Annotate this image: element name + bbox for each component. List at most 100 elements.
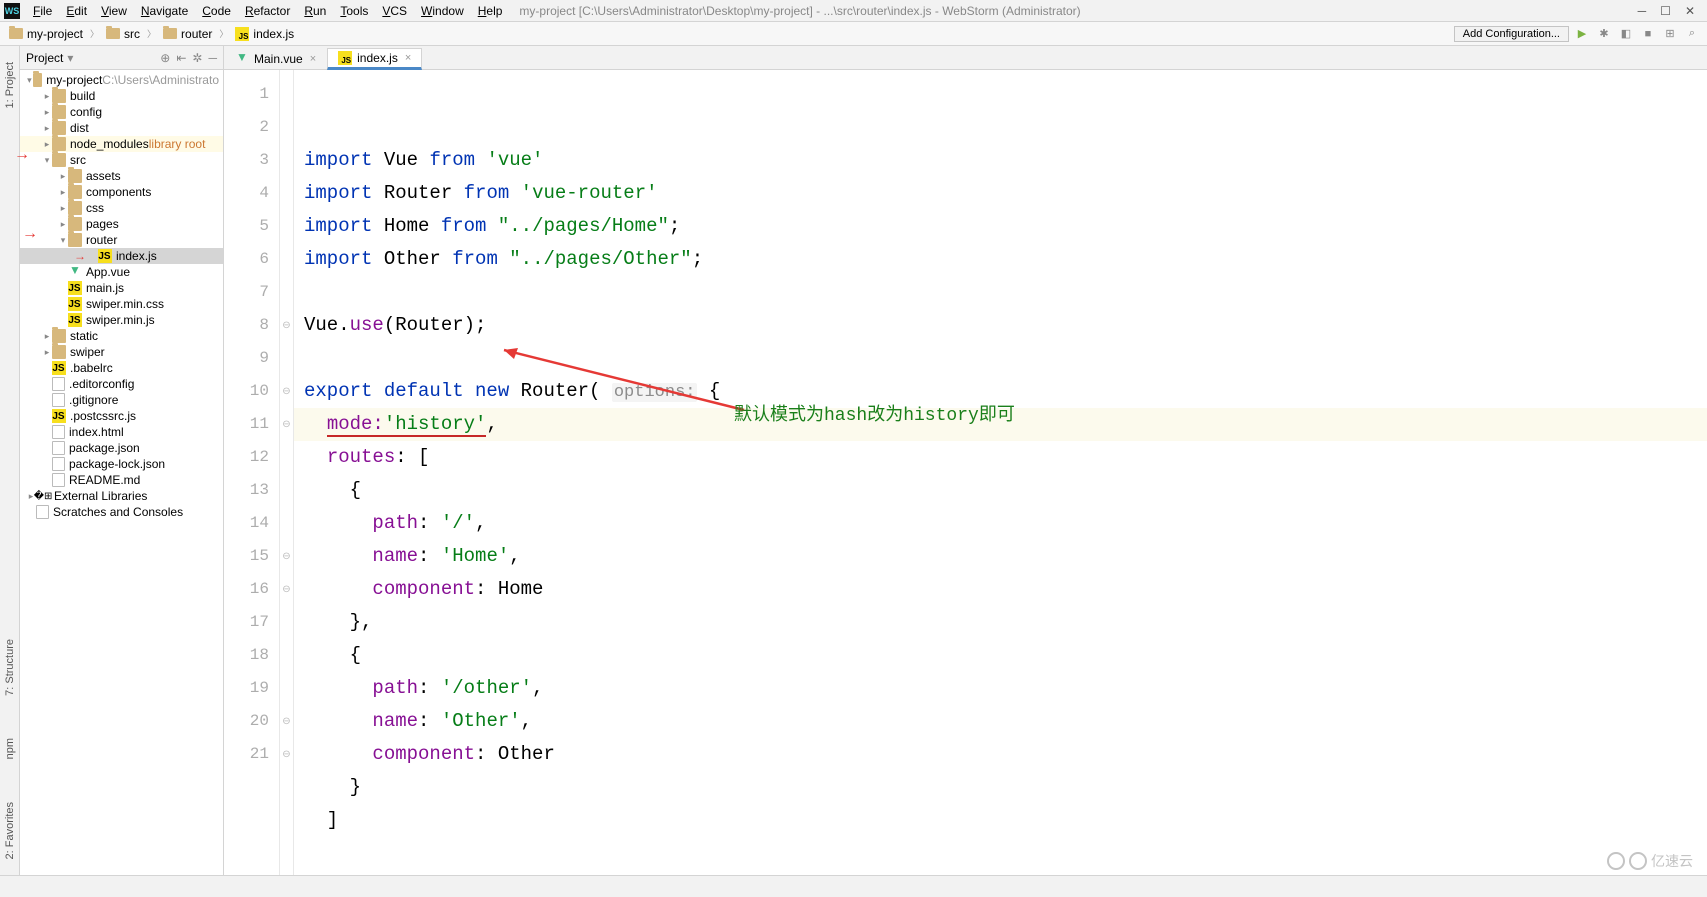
js-icon: JS	[338, 51, 352, 65]
npm-tool-tab[interactable]: npm	[4, 732, 16, 765]
tree-item-css[interactable]: ▸css	[20, 200, 223, 216]
folder-icon	[52, 345, 66, 359]
hide-icon[interactable]: ─	[208, 51, 217, 65]
minimize-icon[interactable]: ─	[1638, 4, 1647, 18]
breadcrumb-item[interactable]: JSindex.js	[232, 26, 297, 42]
structure-tool-tab[interactable]: 7: Structure	[4, 633, 16, 702]
code-line-21[interactable]: ]	[304, 804, 1707, 837]
gear-icon[interactable]: ✲	[192, 51, 202, 65]
menu-refactor[interactable]: Refactor	[238, 2, 297, 20]
close-tab-icon[interactable]: ×	[310, 53, 316, 65]
code-line-16[interactable]: {	[304, 639, 1707, 672]
favorites-tool-tab[interactable]: 2: Favorites	[4, 796, 16, 865]
tree-item-swiper-min-css[interactable]: JSswiper.min.css	[20, 296, 223, 312]
folder-icon	[52, 105, 66, 119]
code-line-14[interactable]: component: Home	[304, 573, 1707, 606]
code-line-3[interactable]: import Home from "../pages/Home";	[304, 210, 1707, 243]
folder-icon	[52, 89, 66, 103]
folder-icon	[52, 121, 66, 135]
project-tool-tab[interactable]: 1: Project	[4, 56, 16, 114]
layout-icon[interactable]: ⊞	[1661, 25, 1679, 43]
tree-item--postcssrc-js[interactable]: JS.postcssrc.js	[20, 408, 223, 424]
code-line-4[interactable]: import Other from "../pages/Other";	[304, 243, 1707, 276]
code-line-18[interactable]: name: 'Other',	[304, 705, 1707, 738]
menu-view[interactable]: View	[94, 2, 134, 20]
breadcrumb-item[interactable]: router	[160, 26, 215, 42]
editor-tab-Main-vue[interactable]: Main.vue×	[224, 47, 327, 69]
menu-navigate[interactable]: Navigate	[134, 2, 195, 20]
tree-item-package-lock-json[interactable]: package-lock.json	[20, 456, 223, 472]
tree-item-src[interactable]: ▾src	[20, 152, 223, 168]
scroll-from-source-icon[interactable]: ⊕	[160, 51, 170, 65]
tree-item-index-html[interactable]: index.html	[20, 424, 223, 440]
folder-icon	[163, 28, 177, 39]
tree-item-package-json[interactable]: package.json	[20, 440, 223, 456]
vue-icon	[68, 265, 82, 279]
code-line-20[interactable]: }	[304, 771, 1707, 804]
tree-item-scratches-and-consoles[interactable]: Scratches and Consoles	[20, 504, 223, 520]
tree-item-router[interactable]: ▾router	[20, 232, 223, 248]
window-title: my-project [C:\Users\Administrator\Deskt…	[519, 4, 1637, 18]
folder-icon	[68, 201, 82, 215]
code-line-1[interactable]: import Vue from 'vue'	[304, 144, 1707, 177]
code-editor[interactable]: import Vue from 'vue'import Router from …	[294, 70, 1707, 875]
tree-item-pages[interactable]: ▸pages	[20, 216, 223, 232]
tree-item-static[interactable]: ▸static	[20, 328, 223, 344]
close-tab-icon[interactable]: ×	[405, 52, 411, 64]
project-panel: Project ▾ ⊕ ⇤ ✲ ─ ▾my-project C:\Users\A…	[20, 46, 224, 875]
code-line-10[interactable]: routes: [	[304, 441, 1707, 474]
search-icon[interactable]: ⌕	[1683, 25, 1701, 43]
menu-window[interactable]: Window	[414, 2, 471, 20]
menu-code[interactable]: Code	[195, 2, 238, 20]
menu-help[interactable]: Help	[471, 2, 510, 20]
code-line-6[interactable]: Vue.use(Router);	[304, 309, 1707, 342]
collapse-all-icon[interactable]: ⇤	[176, 51, 186, 65]
maximize-icon[interactable]: ☐	[1660, 4, 1671, 18]
menu-run[interactable]: Run	[297, 2, 333, 20]
run-icon[interactable]: ▶	[1573, 25, 1591, 43]
coverage-icon[interactable]: ◧	[1617, 25, 1635, 43]
code-line-12[interactable]: path: '/',	[304, 507, 1707, 540]
watermark-logo: 亿速云	[1607, 851, 1693, 871]
add-configuration-button[interactable]: Add Configuration...	[1454, 26, 1569, 42]
tree-item-node-modules[interactable]: ▸node_modules library root	[20, 136, 223, 152]
tree-item-dist[interactable]: ▸dist	[20, 120, 223, 136]
editor-tab-index-js[interactable]: JSindex.js×	[327, 48, 422, 70]
tree-item-config[interactable]: ▸config	[20, 104, 223, 120]
menu-file[interactable]: File	[26, 2, 59, 20]
tree-item--gitignore[interactable]: .gitignore	[20, 392, 223, 408]
breadcrumb-item[interactable]: src	[103, 26, 143, 42]
tree-item-external-libraries[interactable]: ▸�⊞External Libraries	[20, 488, 223, 504]
breadcrumb-item[interactable]: my-project	[6, 26, 86, 42]
stop-icon[interactable]: ■	[1639, 25, 1657, 43]
debug-icon[interactable]: ✱	[1595, 25, 1613, 43]
code-line-11[interactable]: {	[304, 474, 1707, 507]
code-line-13[interactable]: name: 'Home',	[304, 540, 1707, 573]
tree-item-my-project[interactable]: ▾my-project C:\Users\Administrato	[20, 72, 223, 88]
panel-title[interactable]: Project ▾	[26, 51, 73, 65]
menu-tools[interactable]: Tools	[333, 2, 375, 20]
code-line-17[interactable]: path: '/other',	[304, 672, 1707, 705]
code-line-2[interactable]: import Router from 'vue-router'	[304, 177, 1707, 210]
menu-vcs[interactable]: VCS	[375, 2, 414, 20]
tree-item--editorconfig[interactable]: .editorconfig	[20, 376, 223, 392]
tree-item--babelrc[interactable]: JS.babelrc	[20, 360, 223, 376]
tree-item-main-js[interactable]: JSmain.js	[20, 280, 223, 296]
folder-icon	[33, 73, 43, 87]
project-tree[interactable]: ▾my-project C:\Users\Administrato▸build▸…	[20, 70, 223, 875]
tree-item-app-vue[interactable]: App.vue	[20, 264, 223, 280]
tree-item-build[interactable]: ▸build	[20, 88, 223, 104]
code-line-5[interactable]	[304, 276, 1707, 309]
tree-item-components[interactable]: ▸components	[20, 184, 223, 200]
tree-item-index-js[interactable]: →JSindex.js	[20, 248, 223, 264]
code-line-19[interactable]: component: Other	[304, 738, 1707, 771]
tree-item-readme-md[interactable]: README.md	[20, 472, 223, 488]
tree-item-swiper-min-js[interactable]: JSswiper.min.js	[20, 312, 223, 328]
tree-item-swiper[interactable]: ▸swiper	[20, 344, 223, 360]
close-icon[interactable]: ✕	[1685, 4, 1695, 18]
code-line-7[interactable]	[304, 342, 1707, 375]
tree-item-assets[interactable]: ▸assets	[20, 168, 223, 184]
code-line-15[interactable]: },	[304, 606, 1707, 639]
folder-icon	[68, 233, 82, 247]
menu-edit[interactable]: Edit	[59, 2, 94, 20]
